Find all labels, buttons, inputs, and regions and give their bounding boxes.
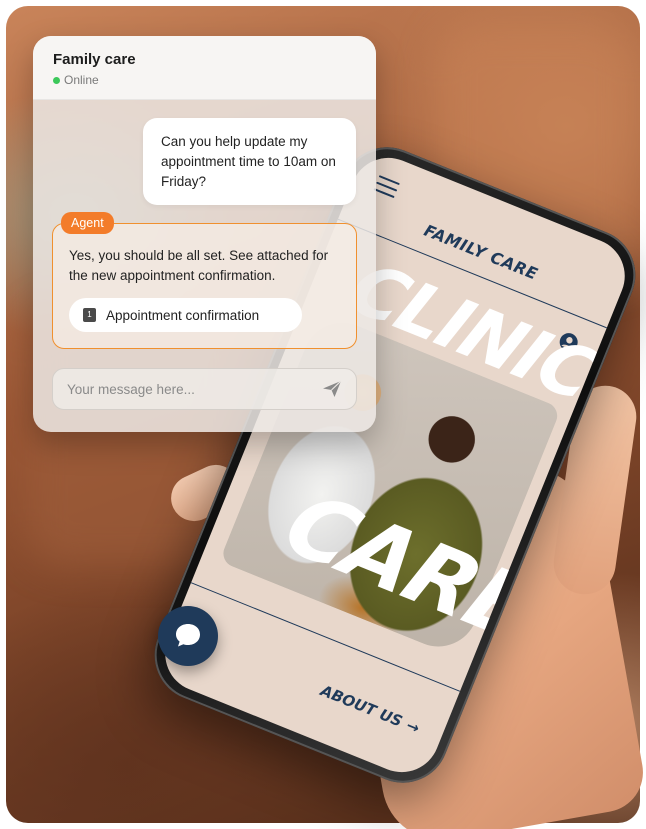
online-status: Online xyxy=(53,73,356,87)
about-us-label: ABOUT US xyxy=(318,681,405,731)
agent-badge: Agent xyxy=(61,212,114,234)
calendar-icon: 1 xyxy=(83,308,96,322)
online-dot-icon xyxy=(53,76,60,84)
agent-message-text: Yes, you should be all set. See attached… xyxy=(69,248,329,283)
arrow-right-icon: → xyxy=(403,716,423,738)
about-us-link[interactable]: ABOUT US→ xyxy=(318,681,422,737)
user-message-bubble: Can you help update my appointment time … xyxy=(143,118,356,205)
chat-widget: Family care Online Can you help update m… xyxy=(33,36,376,432)
agent-message-box: Agent Yes, you should be all set. See at… xyxy=(52,212,357,349)
status-text: Online xyxy=(64,73,99,87)
message-placeholder: Your message here... xyxy=(67,381,195,397)
chat-header: Family care Online xyxy=(33,36,376,100)
chat-title: Family care xyxy=(53,51,136,68)
chat-bubble-icon xyxy=(176,624,200,647)
attachment-label: Appointment confirmation xyxy=(106,307,260,323)
appointment-attachment[interactable]: 1 Appointment confirmation xyxy=(69,298,302,332)
chat-launcher-button[interactable] xyxy=(158,606,218,666)
message-input[interactable]: Your message here... xyxy=(52,368,357,410)
send-icon[interactable] xyxy=(322,380,342,398)
